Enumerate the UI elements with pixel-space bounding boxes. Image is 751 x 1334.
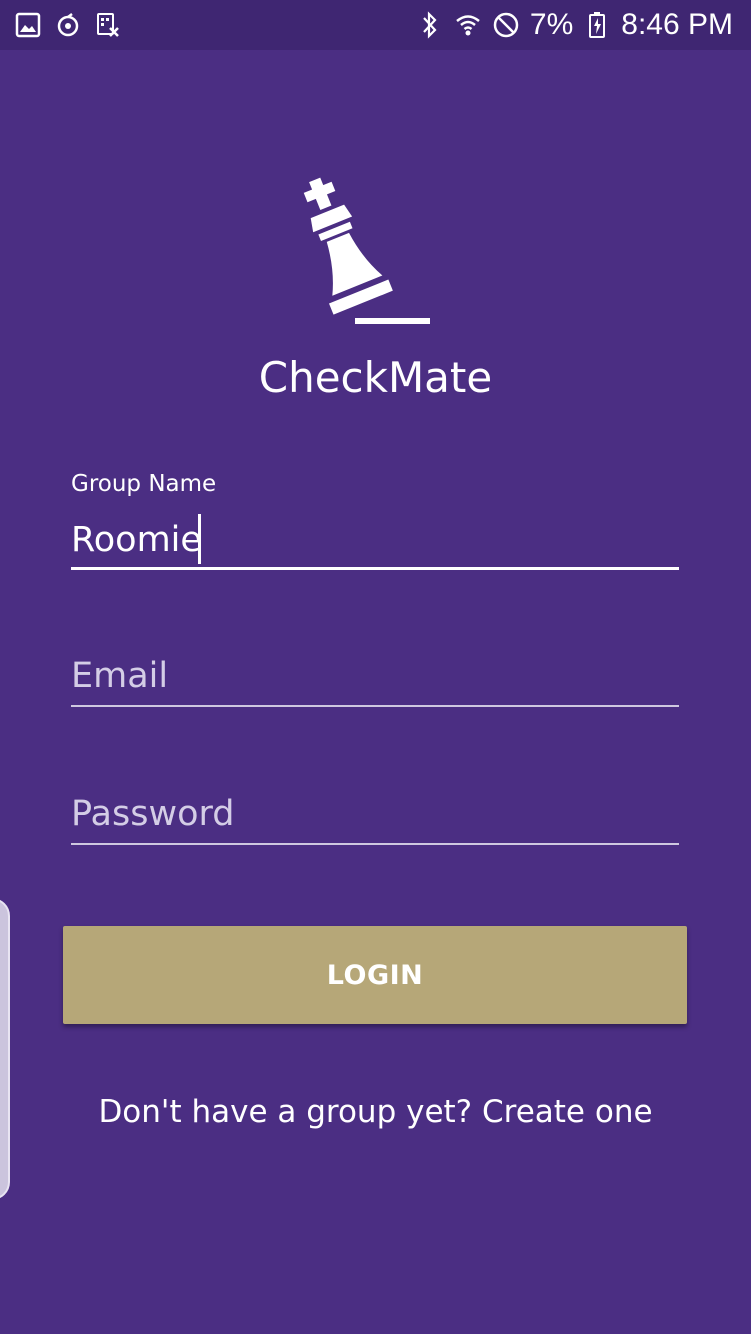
password-field — [71, 788, 679, 848]
bluetooth-icon — [416, 11, 444, 39]
login-button[interactable]: LOGIN — [63, 926, 687, 1024]
group-name-field: Group Name — [71, 470, 679, 575]
chess-king-icon — [300, 170, 450, 330]
battery-icon — [583, 11, 611, 39]
email-field — [71, 650, 679, 710]
group-name-input[interactable] — [71, 516, 679, 564]
password-underline — [71, 843, 679, 845]
sync-icon — [54, 11, 82, 39]
app-title: CheckMate — [258, 353, 493, 402]
email-underline — [71, 705, 679, 707]
text-cursor — [198, 514, 201, 564]
edge-panel-handle[interactable] — [0, 898, 10, 1200]
group-name-underline — [71, 567, 679, 570]
status-bar: 7% 8:46 PM — [0, 0, 751, 50]
email-input[interactable] — [71, 652, 679, 700]
clock: 8:46 PM — [621, 8, 733, 41]
wifi-icon — [454, 11, 482, 39]
do-not-disturb-icon — [492, 11, 520, 39]
status-bar-notifications — [14, 10, 122, 40]
group-name-label: Group Name — [71, 471, 217, 497]
status-bar-system: 7% 8:46 PM — [416, 8, 733, 42]
create-group-link[interactable]: Don't have a group yet? Create one — [0, 1092, 751, 1132]
gallery-icon — [14, 11, 42, 39]
battery-percent: 7% — [529, 8, 574, 41]
password-input[interactable] — [71, 790, 679, 838]
screenshot-icon — [94, 11, 122, 39]
